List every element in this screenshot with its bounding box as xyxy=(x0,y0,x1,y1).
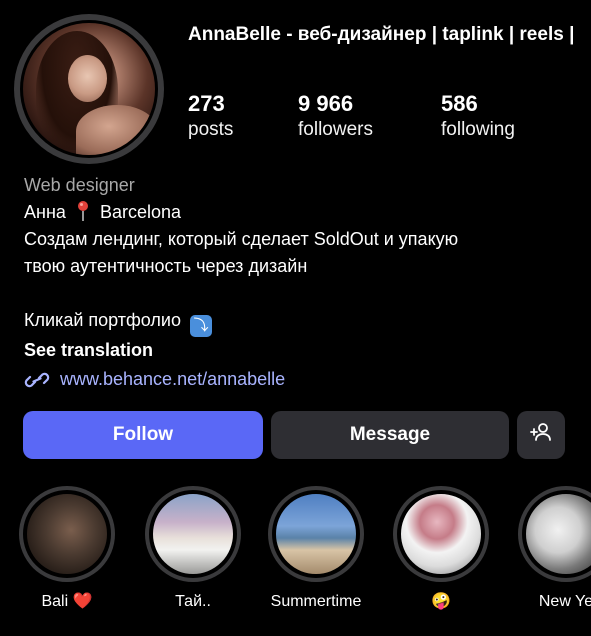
stat-posts-count: 273 xyxy=(188,91,225,116)
bio-category: Web designer xyxy=(24,175,135,195)
highlight-bali[interactable]: Bali ❤️ xyxy=(12,486,122,612)
highlight-ring xyxy=(145,486,241,582)
down-right-arrow-icon: ⤵ xyxy=(190,315,213,337)
profile-stats: 273 posts 9 966 followers 586 following xyxy=(188,90,588,150)
message-button[interactable]: Message xyxy=(271,411,509,459)
highlight-summertime[interactable]: Summertime xyxy=(261,486,371,612)
profile-display-name: AnnaBelle - веб-дизайнер | taplink | ree… xyxy=(188,24,575,45)
highlight-cover-image xyxy=(522,490,591,578)
avatar-shoulder xyxy=(75,104,155,155)
location-pin-icon xyxy=(75,200,91,222)
follow-button[interactable]: Follow xyxy=(23,411,263,459)
link-chain-icon xyxy=(24,369,50,391)
stat-following-count: 586 xyxy=(441,91,478,116)
profile-avatar-ring[interactable] xyxy=(14,14,164,164)
highlight-cover-image xyxy=(397,490,485,578)
bio-spacer xyxy=(24,280,584,307)
stat-following[interactable]: 586 following xyxy=(441,90,515,142)
highlight-tai[interactable]: Тай.. xyxy=(138,486,248,612)
highlight-cover-image xyxy=(272,490,360,578)
stat-posts-label: posts xyxy=(188,119,234,140)
stat-followers-label: followers xyxy=(298,119,373,140)
add-person-icon xyxy=(529,420,553,450)
highlight-ring xyxy=(268,486,364,582)
bio-portfolio-row: Кликай портфолио ⤵ xyxy=(24,307,584,337)
highlight-label: Bali ❤️ xyxy=(41,593,93,610)
bio-name-location-row: Анна Barcelona xyxy=(24,199,584,226)
highlight-label: New Ye xyxy=(538,593,591,610)
highlight-label: 🤪 xyxy=(431,593,451,610)
highlight-cover-image xyxy=(149,490,237,578)
stat-posts[interactable]: 273 posts xyxy=(188,90,233,142)
bio-name: Анна xyxy=(24,202,66,222)
bio-portfolio-text: Кликай портфолио xyxy=(24,310,181,330)
profile-avatar[interactable] xyxy=(20,20,158,158)
highlight-new-year[interactable]: New Ye xyxy=(511,486,591,612)
profile-bio: Web designer Анна Barcelona Создам ленди… xyxy=(24,172,584,393)
highlight-label: Тай.. xyxy=(175,593,211,610)
stat-following-label: following xyxy=(441,119,515,140)
bio-link-text: www.behance.net/annabelle xyxy=(60,369,286,389)
highlight-ring xyxy=(518,486,591,582)
see-translation-link[interactable]: See translation xyxy=(24,337,584,364)
add-person-button[interactable] xyxy=(517,411,565,459)
stat-followers[interactable]: 9 966 followers xyxy=(298,90,373,142)
highlight-emoji[interactable]: 🤪 xyxy=(386,486,496,612)
stat-followers-count: 9 966 xyxy=(298,91,354,116)
highlight-ring xyxy=(393,486,489,582)
highlight-label: Summertime xyxy=(270,593,362,610)
highlight-cover-image xyxy=(23,490,111,578)
story-highlights: Bali ❤️ Тай.. Summertime 🤪 New Ye xyxy=(0,486,591,636)
bio-location: Barcelona xyxy=(99,202,181,222)
bio-line-2: твою аутентичность через дизайн xyxy=(24,256,308,276)
profile-action-buttons: Follow Message xyxy=(23,411,567,459)
bio-external-link[interactable]: www.behance.net/annabelle xyxy=(24,366,584,393)
bio-line-1: Создам лендинг, который сделает SoldOut … xyxy=(24,229,459,249)
highlight-ring xyxy=(19,486,115,582)
